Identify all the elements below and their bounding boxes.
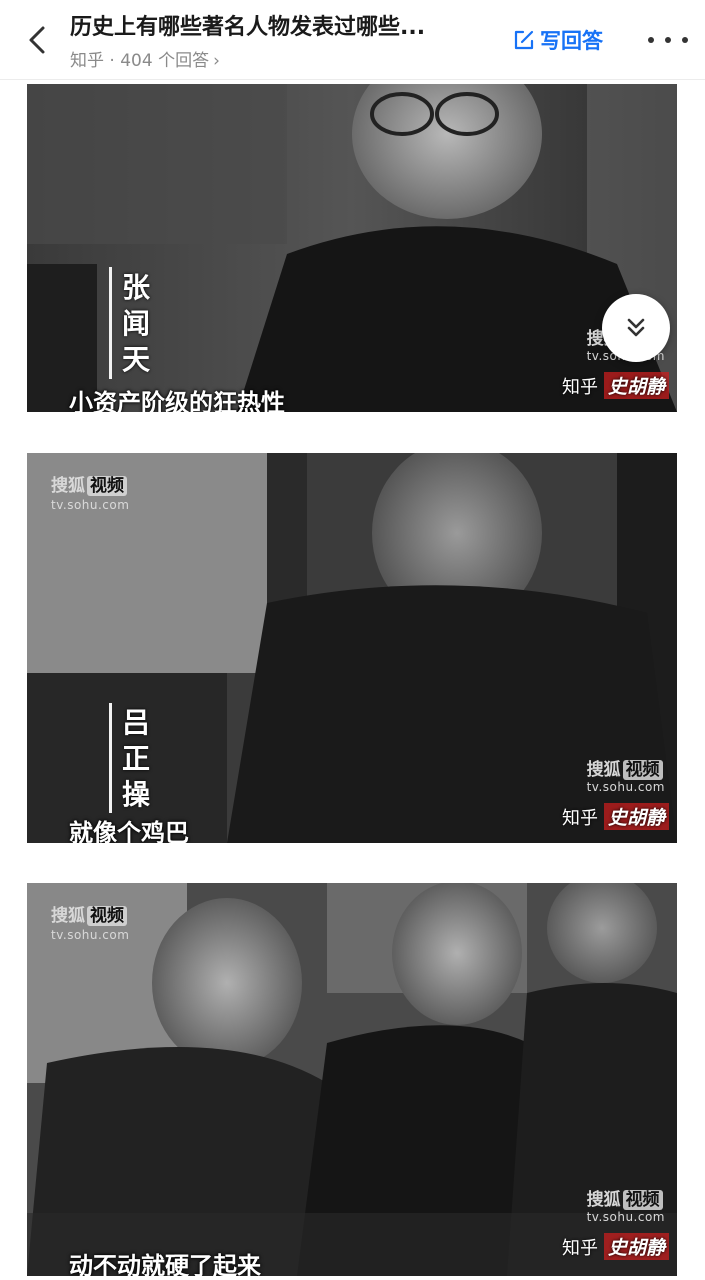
meta-separator: · — [109, 51, 115, 71]
video-frame-1: 张 闻 天 搜狐tv.sohu.com 小资产阶级的狂热性 知乎史胡静 — [27, 84, 677, 412]
subtitle-caption: 小资产阶级的狂热性 — [69, 389, 285, 412]
more-dots-icon — [648, 37, 654, 43]
write-answer-button[interactable]: 写回答 — [512, 24, 603, 56]
name-bar — [109, 703, 112, 813]
sohu-watermark: 搜狐 视频 tv.sohu.com — [586, 760, 665, 794]
answer-count: 404 个回答 — [120, 51, 210, 71]
source-label: 知乎 — [70, 51, 104, 71]
author-watermark: 知乎 史胡静 — [562, 1233, 669, 1260]
author-watermark: 知乎 史胡静 — [562, 372, 669, 399]
chevron-left-icon — [29, 26, 45, 54]
write-answer-label: 写回答 — [540, 29, 603, 53]
subtitle-caption: 动不动就硬了起来 — [69, 1252, 261, 1276]
question-meta[interactable]: 知乎 · 404 个回答 › — [70, 46, 220, 71]
video-frame-3: 搜狐 视频 tv.sohu.com 搜狐 视频 tv.sohu.com 动不动就硬了… — [27, 883, 677, 1276]
person-name: 吕 正 操 — [121, 706, 150, 811]
more-button[interactable] — [648, 24, 688, 56]
name-bar — [109, 267, 112, 379]
person-name: 张 闻 天 — [121, 271, 150, 376]
subtitle-caption: 就像个鸡巴 — [69, 819, 189, 843]
sohu-logo: 搜狐 视频 tv.sohu.com — [51, 906, 130, 942]
author-watermark: 知乎 史胡静 — [562, 803, 669, 830]
sohu-logo: 搜狐 视频 tv.sohu.com — [51, 476, 130, 512]
chevron-right-icon: › — [213, 51, 220, 71]
question-title[interactable]: 历史上有哪些著名人物发表过哪些... — [70, 9, 500, 41]
back-button[interactable] — [20, 22, 56, 58]
sohu-watermark: 搜狐 视频 tv.sohu.com — [586, 1190, 665, 1224]
scroll-down-button[interactable] — [602, 294, 670, 362]
top-bar: 历史上有哪些著名人物发表过哪些... 知乎 · 404 个回答 › 写回答 — [0, 0, 705, 80]
edit-icon — [514, 30, 534, 50]
double-chevron-down-icon — [627, 318, 645, 337]
video-frame-2: 搜狐 视频 tv.sohu.com 吕 正 操 搜狐 视频 tv.sohu.com … — [27, 453, 677, 843]
